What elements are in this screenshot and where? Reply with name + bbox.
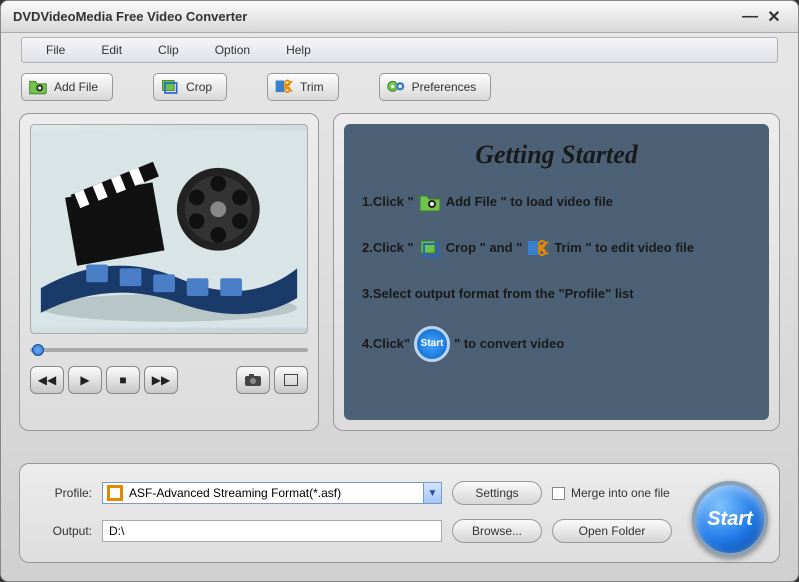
merge-label: Merge into one file [571,486,670,500]
crop-button[interactable]: Crop [153,73,227,101]
preview-panel: ◀◀ ▶ ■ ▶▶ [19,113,319,431]
preview-image [30,124,308,334]
profile-combo[interactable]: ▼ [102,482,442,504]
menu-edit[interactable]: Edit [83,39,140,61]
content-row: ◀◀ ▶ ■ ▶▶ Getting Started 1.Click " [1,107,798,437]
gear-icon [386,78,406,96]
folder-film-icon [28,78,48,96]
play-button[interactable]: ▶ [68,366,102,394]
crop-icon [160,78,180,96]
minimize-button[interactable]: — [738,7,762,27]
scissors-icon [526,238,550,258]
preferences-label: Preferences [412,80,477,94]
profile-label: Profile: [36,486,92,500]
menu-clip[interactable]: Clip [140,39,197,61]
merge-checkbox[interactable] [552,487,565,500]
fullscreen-button[interactable] [274,366,308,394]
bottom-panel: Profile: ▼ Settings Merge into one file … [19,463,780,563]
merge-checkbox-row[interactable]: Merge into one file [552,486,672,500]
stop-button[interactable]: ■ [106,366,140,394]
snapshot-button[interactable] [236,366,270,394]
menu-option[interactable]: Option [197,39,268,61]
output-label: Output: [36,524,92,538]
asf-icon [107,485,123,501]
window-title: DVDVideoMedia Free Video Converter [13,9,738,24]
trim-label: Trim [300,80,324,94]
menu-help[interactable]: Help [268,39,329,61]
close-button[interactable]: ✕ [762,7,786,27]
profile-dropdown-icon[interactable]: ▼ [423,483,441,503]
seek-slider[interactable] [30,342,308,356]
crop-icon [418,238,442,258]
guide-step-2: 2.Click " Crop " and " Trim " to edit vi… [362,234,751,262]
seek-track [30,348,308,352]
guide-panel: Getting Started 1.Click " Add File " to … [333,113,780,431]
guide-title: Getting Started [362,140,751,170]
menubar: File Edit Clip Option Help [21,37,778,63]
scissors-icon [274,78,294,96]
preferences-button[interactable]: Preferences [379,73,492,101]
app-window: DVDVideoMedia Free Video Converter — ✕ F… [0,0,799,582]
profile-input[interactable] [127,484,423,502]
browse-button[interactable]: Browse... [452,519,542,543]
next-button[interactable]: ▶▶ [144,366,178,394]
toolbar: Add File Crop Trim Preferences [1,63,798,107]
add-file-button[interactable]: Add File [21,73,113,101]
guide-step-4: 4.Click" Start " to convert video [362,326,751,362]
menu-file[interactable]: File [28,39,83,61]
start-badge-icon: Start [414,326,450,362]
open-folder-button[interactable]: Open Folder [552,519,672,543]
prev-button[interactable]: ◀◀ [30,366,64,394]
crop-label: Crop [186,80,212,94]
titlebar: DVDVideoMedia Free Video Converter — ✕ [1,1,798,33]
guide-content: Getting Started 1.Click " Add File " to … [344,124,769,420]
start-button[interactable]: Start [692,481,768,557]
folder-film-icon [418,192,442,212]
guide-step-1: 1.Click " Add File " to load video file [362,188,751,216]
seek-thumb[interactable] [32,344,44,356]
add-file-label: Add File [54,80,98,94]
playback-controls: ◀◀ ▶ ■ ▶▶ [30,366,308,394]
guide-step-3: 3.Select output format from the "Profile… [362,280,751,308]
trim-button[interactable]: Trim [267,73,339,101]
output-textbox[interactable] [102,520,442,542]
settings-button[interactable]: Settings [452,481,542,505]
output-input[interactable] [103,521,441,541]
